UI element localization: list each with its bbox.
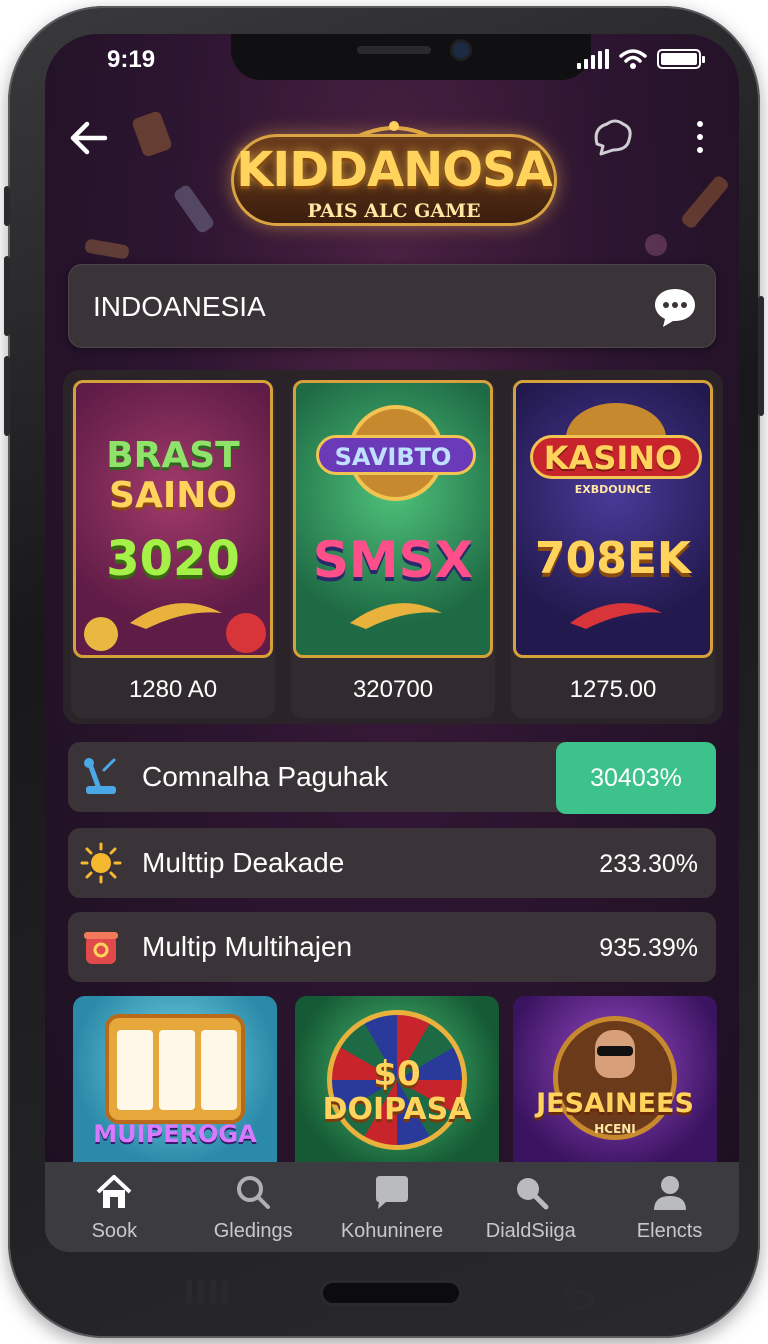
tab-search[interactable]: Gledings <box>184 1162 323 1252</box>
game-tile[interactable]: $0 DOIPASA <box>295 996 499 1166</box>
back-arrow-icon[interactable] <box>67 116 111 160</box>
tab-home[interactable]: Sook <box>45 1162 184 1252</box>
battery-icon <box>657 49 705 69</box>
game-tile[interactable]: MUIPEROGA <box>73 996 277 1166</box>
game-price: 1275.00 <box>569 676 657 703</box>
tab-chat[interactable]: Kohuninere <box>323 1162 462 1252</box>
cellular-signal-icon <box>577 49 609 69</box>
game-card[interactable]: KASINO EXBDOUNCE 708EK 1275.00 <box>511 380 715 718</box>
search-text: INDOANESIA <box>93 291 266 322</box>
volume-down-button <box>4 356 10 436</box>
row-value: 233.30% <box>599 850 698 878</box>
tab-discover[interactable]: DialdSiiga <box>461 1162 600 1252</box>
search-icon <box>516 1178 549 1210</box>
notch <box>231 34 591 80</box>
recent-apps-button[interactable] <box>186 1280 232 1306</box>
tab-label: Elencts <box>636 1220 703 1242</box>
bottom-tab-bar: Sook Gledings Kohuninere DialdSiiga Elen… <box>45 1162 739 1252</box>
game-tile-title: MUIPEROGA <box>93 1120 257 1148</box>
status-icons <box>577 48 705 70</box>
chat-icon <box>375 1176 408 1209</box>
row-label: Multtip Deakade <box>142 847 345 878</box>
game-subtitle: SAINO <box>109 475 237 516</box>
game-title: KASINO <box>543 439 683 477</box>
game-title: SAVIBTO <box>334 443 452 471</box>
decor-piece <box>679 173 731 231</box>
game-tile-badge: $0 <box>373 1054 421 1094</box>
wifi-icon <box>619 49 647 69</box>
ribbon-icon <box>570 603 662 629</box>
tab-label: DialdSiiga <box>485 1220 576 1242</box>
joystick-icon <box>84 758 116 794</box>
game-subtitle: EXBDOUNCE <box>574 483 652 496</box>
game-card[interactable]: SAVIBTO SMSX 320700 <box>291 380 495 718</box>
row-label: Multip Multihajen <box>142 931 353 962</box>
stat-row[interactable]: Comnalha Paguhak 30403% <box>68 742 716 814</box>
game-price: 320700 <box>352 676 434 703</box>
decor-piece <box>84 238 130 260</box>
logo-subtitle: PAIS ALC GAME <box>307 200 481 222</box>
phone-frame: 9:19 KIDDANOSA PAIS ALC GAME INDOANESIA … <box>4 6 764 1338</box>
back-icon[interactable] <box>560 1282 596 1310</box>
decor-piece <box>172 183 216 235</box>
tab-label: Sook <box>91 1220 138 1242</box>
game-art: BRAST SAINO 3020 <box>73 380 273 658</box>
game-tile-title: JESAINEES <box>536 1088 694 1119</box>
game-number: SMSX <box>312 531 474 589</box>
stat-row[interactable]: Multip Multihajen 935.39% <box>68 912 716 982</box>
person-icon <box>653 1176 686 1210</box>
game-tile-subtitle: HCENI <box>594 1122 636 1136</box>
home-button[interactable] <box>320 1280 462 1306</box>
game-card[interactable]: BRAST SAINO 3020 1280 A0 <box>71 380 275 718</box>
ribbon-icon <box>130 603 222 629</box>
home-icon <box>97 1175 132 1208</box>
sun-icon <box>80 842 122 884</box>
volume-up-button <box>4 256 10 336</box>
game-tile[interactable]: JESAINEES HCENI <box>513 996 717 1166</box>
game-art: KASINO EXBDOUNCE 708EK <box>513 380 713 658</box>
chat-icon[interactable] <box>651 283 699 331</box>
speaker <box>357 46 431 54</box>
avatar <box>595 1030 635 1078</box>
more-options-icon[interactable] <box>685 114 715 160</box>
app-logo: KIDDANOSA PAIS ALC GAME <box>231 116 557 236</box>
featured-games-panel: BRAST SAINO 3020 1280 A0 SAVIBTO SMSX 32… <box>63 370 723 724</box>
bottom-games-row: MUIPEROGA $0 DOIPASA JESAINEES HCENI <box>73 996 717 1166</box>
game-tile-title: DOIPASA <box>322 1092 472 1127</box>
tab-profile[interactable]: Elencts <box>600 1162 739 1252</box>
slot-machine-icon <box>105 1014 245 1124</box>
logo-title: KIDDANOSA <box>236 142 553 198</box>
power-button <box>758 296 764 416</box>
game-title: BRAST <box>106 435 240 476</box>
game-number: 708EK <box>535 533 691 584</box>
row-value-badge: 30403% <box>556 742 716 814</box>
pot-icon <box>84 932 118 964</box>
chat-bubble-icon[interactable] <box>589 114 635 160</box>
game-number: 3020 <box>106 531 240 587</box>
front-camera <box>453 42 469 58</box>
row-value: 935.39% <box>599 934 698 962</box>
decor-piece <box>131 110 173 158</box>
search-icon <box>237 1176 271 1209</box>
decor-piece <box>645 234 667 256</box>
mute-switch <box>4 186 10 226</box>
search-bar[interactable]: INDOANESIA <box>68 264 716 348</box>
game-art: SAVIBTO SMSX <box>293 380 493 658</box>
row-label: Comnalha Paguhak <box>142 761 388 792</box>
game-price: 1280 A0 <box>128 676 218 703</box>
ribbon-icon <box>350 603 442 629</box>
app-screen: 9:19 KIDDANOSA PAIS ALC GAME INDOANESIA … <box>45 34 739 1252</box>
tab-label: Gledings <box>213 1220 293 1242</box>
tab-label: Kohuninere <box>340 1220 444 1242</box>
stat-row[interactable]: Multtip Deakade 233.30% <box>68 828 716 898</box>
status-time: 9:19 <box>107 46 156 73</box>
